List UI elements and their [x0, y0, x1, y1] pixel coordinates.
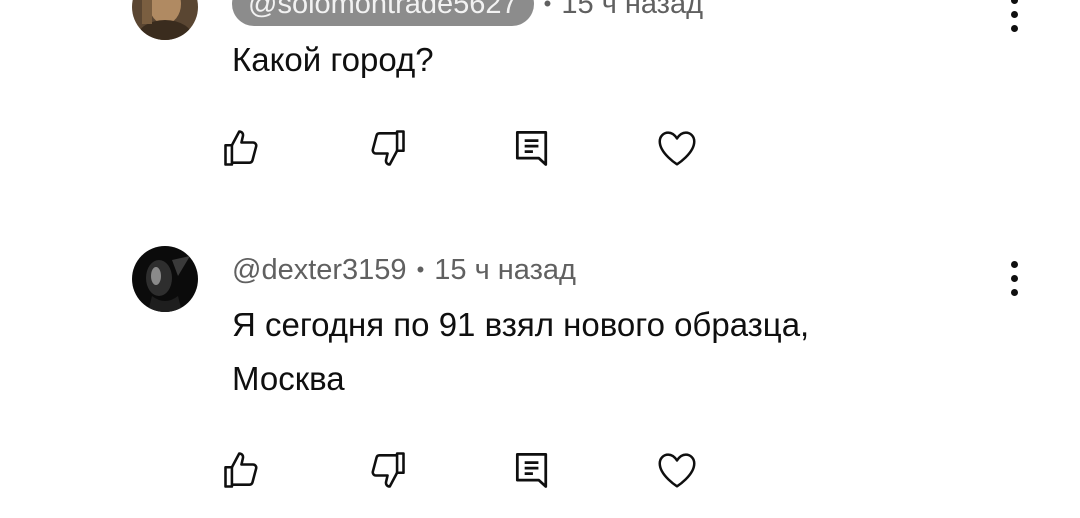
comment-actions — [212, 440, 707, 500]
comment-text-line: Я сегодня по 91 взял нового образца, — [232, 306, 810, 343]
comment-text: Я сегодня по 91 взял нового образца, Мос… — [232, 298, 809, 406]
comment-meta: @dexter3159 • 15 ч назад — [232, 248, 576, 292]
thumb-down-icon — [371, 452, 405, 488]
comment-time: 15 ч назад — [434, 253, 576, 286]
avatar[interactable] — [132, 0, 198, 40]
reply-button[interactable] — [502, 118, 562, 178]
meta-separator: • — [416, 257, 425, 282]
comment-text-line: Какой город? — [232, 41, 434, 78]
comment-item: @dexter3159 • 15 ч назад Я сегодня по 91… — [0, 230, 1080, 518]
comment-meta: @solomontrade5627 • 15 ч назад — [232, 0, 703, 26]
dislike-button[interactable] — [357, 118, 417, 178]
thumb-up-icon — [224, 130, 258, 166]
more-vertical-icon[interactable] — [996, 0, 1032, 38]
comments-screen: @solomontrade5627 • 15 ч назад Какой гор… — [0, 0, 1080, 518]
like-button[interactable] — [212, 118, 272, 178]
heart-icon — [658, 131, 696, 166]
heart-button[interactable] — [647, 118, 707, 178]
avatar-portrait-dark-icon — [132, 246, 198, 312]
reply-comment-icon — [515, 453, 548, 488]
meta-separator: • — [543, 0, 552, 16]
comment-time: 15 ч назад — [561, 0, 704, 20]
reply-comment-icon — [515, 131, 548, 166]
comment-text: Какой город? — [232, 33, 434, 87]
comment-item: @solomontrade5627 • 15 ч назад Какой гор… — [0, 0, 1080, 220]
comment-actions — [212, 118, 707, 178]
more-vertical-icon[interactable] — [996, 254, 1032, 302]
avatar-portrait-sepia-icon — [132, 0, 198, 40]
heart-icon — [658, 453, 696, 488]
avatar[interactable] — [132, 246, 198, 312]
heart-button[interactable] — [647, 440, 707, 500]
thumb-up-icon — [224, 452, 258, 488]
author-handle[interactable]: @solomontrade5627 — [232, 0, 534, 26]
author-handle[interactable]: @dexter3159 — [232, 254, 407, 287]
like-button[interactable] — [212, 440, 272, 500]
comment-text-line: Москва — [232, 360, 345, 397]
thumb-down-icon — [371, 130, 405, 166]
dislike-button[interactable] — [357, 440, 417, 500]
reply-button[interactable] — [502, 440, 562, 500]
